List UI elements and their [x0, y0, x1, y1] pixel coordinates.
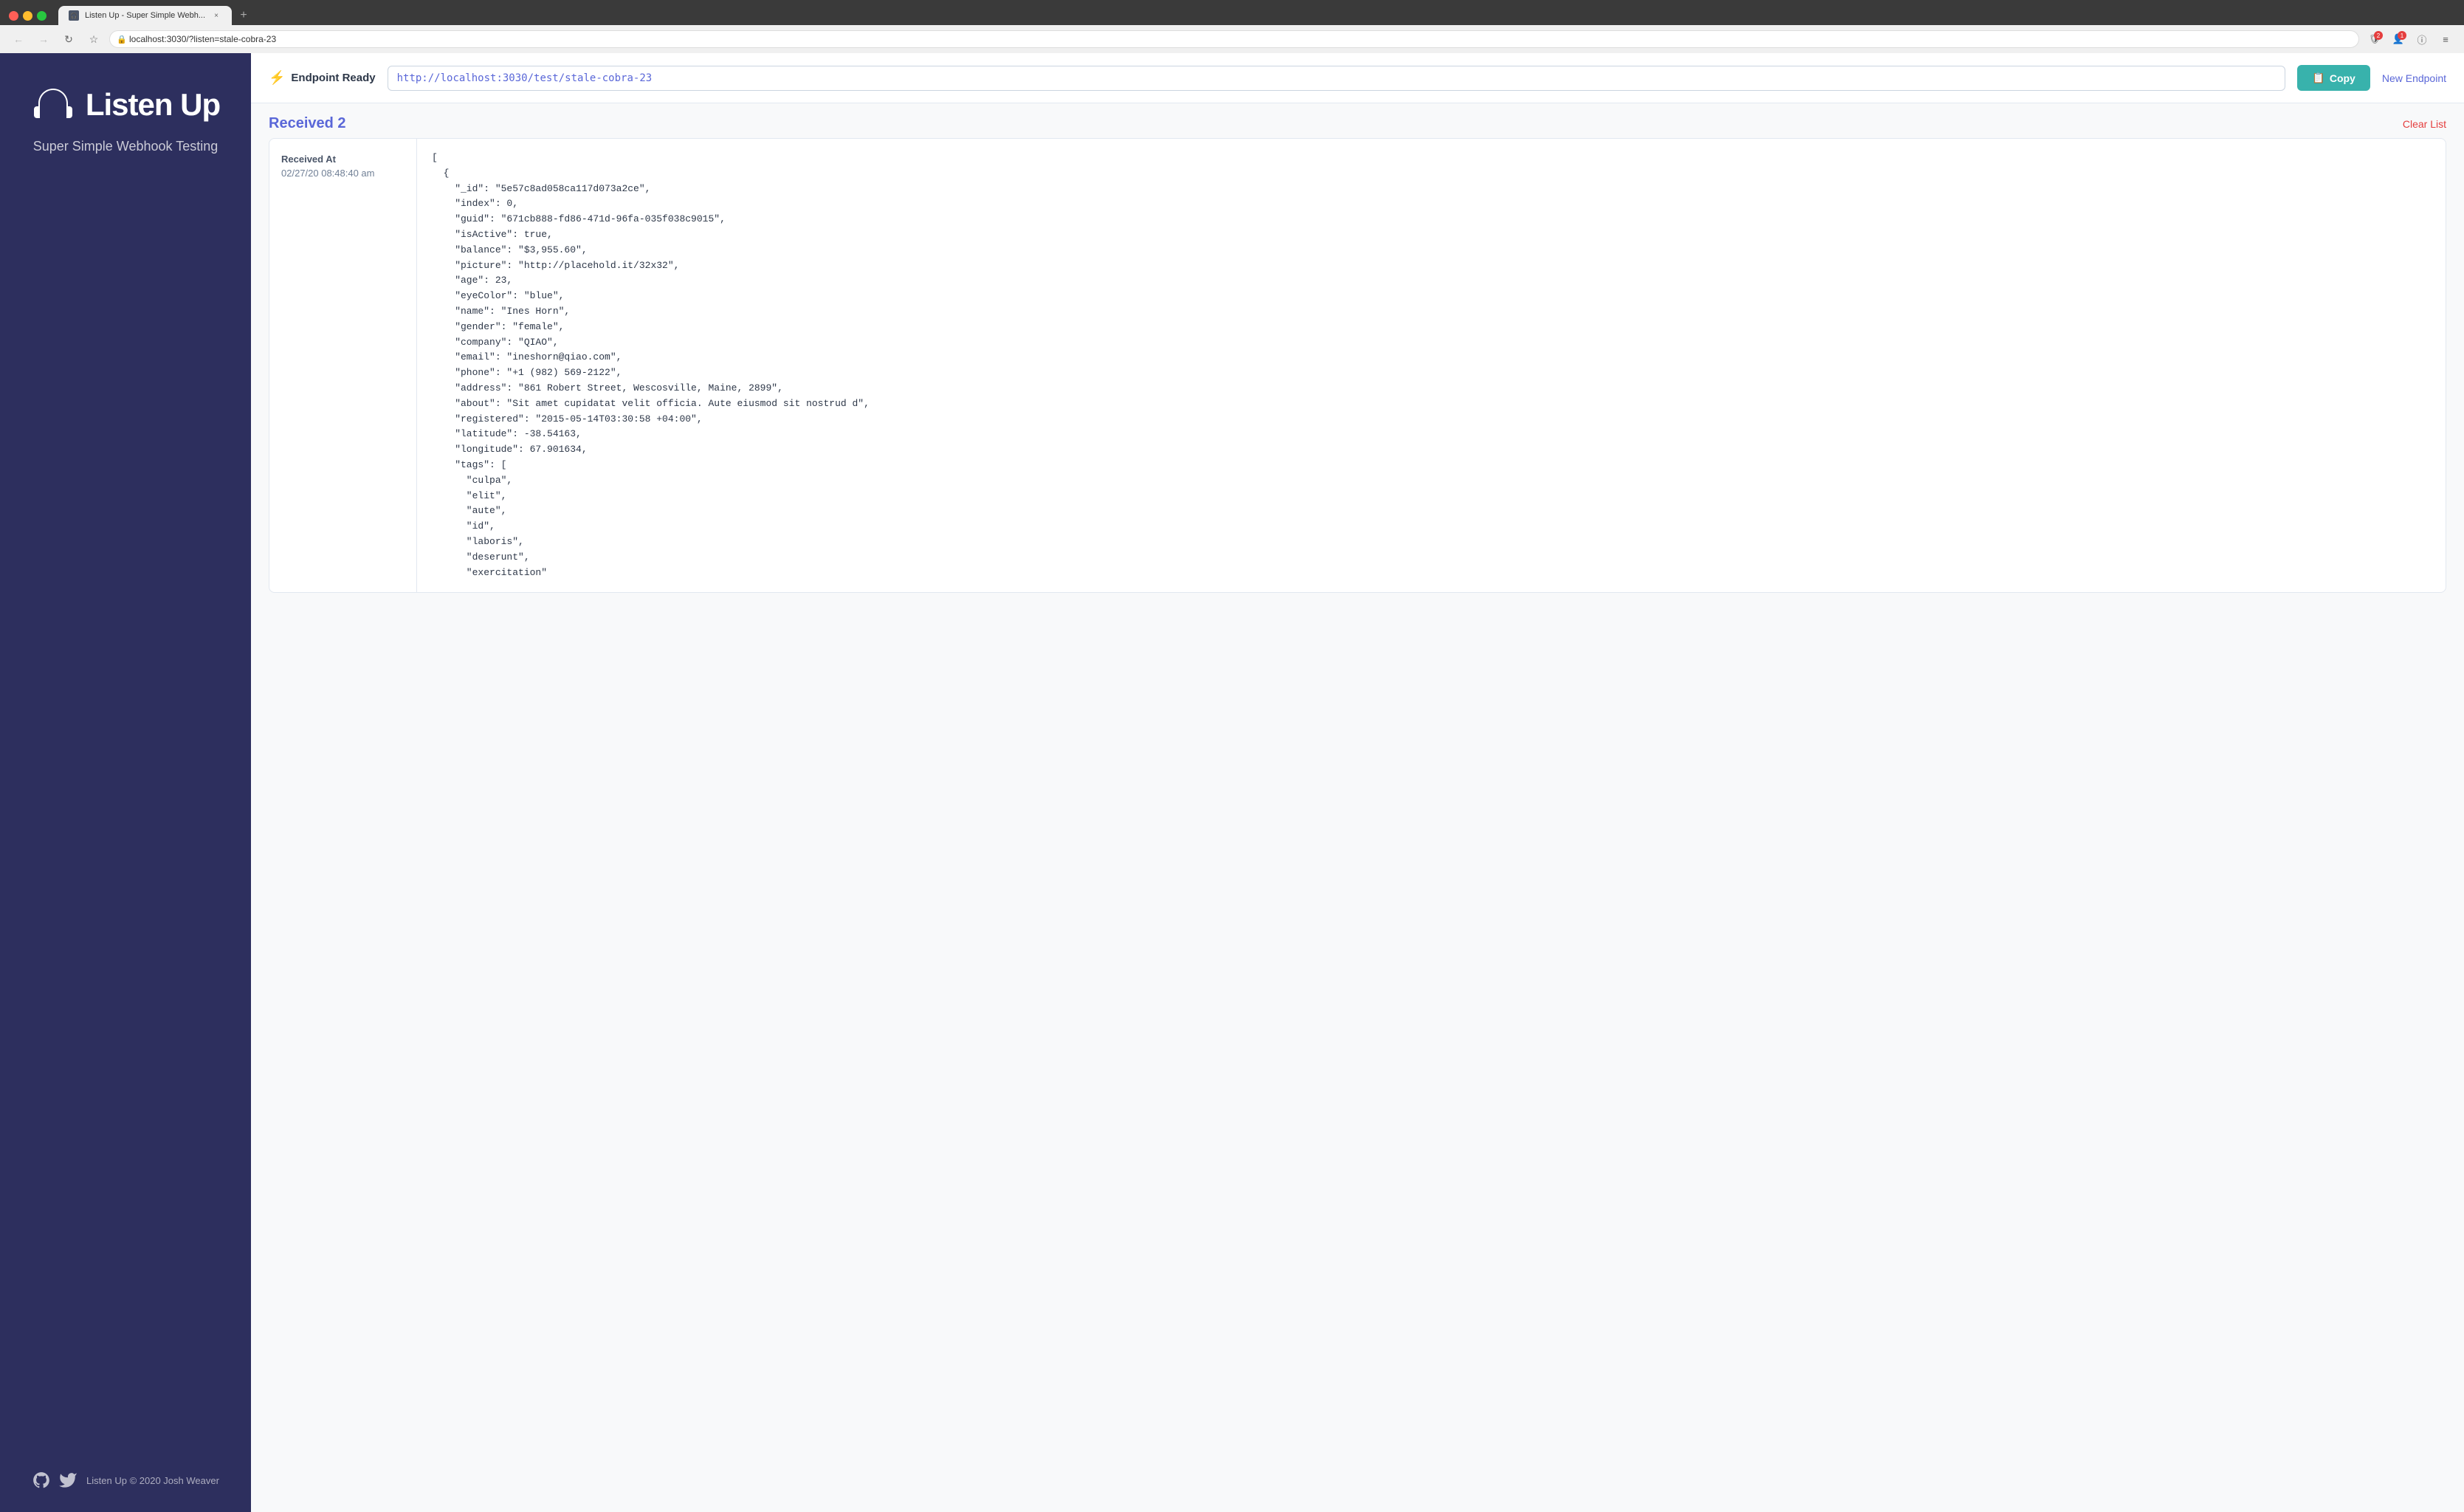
active-tab[interactable]: 🎧 Listen Up - Super Simple Webh... ×	[58, 6, 232, 25]
browser-actions: 🛡 2 👤 1 ⓘ ≡	[2365, 30, 2455, 49]
minimize-traffic-light[interactable]	[23, 11, 32, 21]
received-at-value: 02/27/20 08:48:40 am	[281, 168, 405, 179]
close-traffic-light[interactable]	[9, 11, 18, 21]
received-count: Received 2	[269, 115, 346, 132]
menu-icon[interactable]: ≡	[2436, 30, 2455, 49]
twitter-icon[interactable]	[58, 1471, 78, 1490]
lock-icon: 🔒	[117, 35, 127, 44]
forward-button[interactable]: →	[34, 30, 53, 49]
brand-name: Listen Up	[86, 87, 220, 123]
received-at-label: Received At	[281, 154, 405, 165]
tab-close-btn[interactable]: ×	[211, 10, 221, 21]
headphone-icon	[31, 83, 75, 127]
tab-title: Listen Up - Super Simple Webh...	[85, 11, 205, 20]
brand-tagline: Super Simple Webhook Testing	[33, 139, 218, 154]
json-content: [ { "_id": "5e57c8ad058ca117d073a2ce", "…	[432, 151, 2431, 580]
copy-label: Copy	[2330, 72, 2355, 84]
endpoint-status: ⚡ Endpoint Ready	[269, 70, 376, 86]
address-bar-row: ← → ↻ ☆ 🔒 localhost:3030/?listen=stale-c…	[0, 25, 2464, 53]
traffic-lights	[9, 11, 47, 21]
sidebar: Listen Up Super Simple Webhook Testing L…	[0, 53, 251, 1512]
footer-icons	[32, 1471, 78, 1490]
browser-chrome: 🎧 Listen Up - Super Simple Webh... × + ←…	[0, 0, 2464, 53]
address-input[interactable]: localhost:3030/?listen=stale-cobra-23	[109, 30, 2359, 48]
received-header: Received 2 Clear List	[251, 103, 2464, 138]
request-area: Received At 02/27/20 08:48:40 am [ { "_i…	[251, 138, 2464, 1512]
copy-icon: 📋	[2312, 72, 2324, 84]
request-card: Received At 02/27/20 08:48:40 am [ { "_i…	[269, 138, 2446, 593]
request-body: [ { "_id": "5e57c8ad058ca117d073a2ce", "…	[417, 139, 2446, 592]
sidebar-footer: Listen Up © 2020 Josh Weaver	[32, 1471, 219, 1490]
user-icon[interactable]: 👤 1	[2389, 30, 2408, 49]
info-icon[interactable]: ⓘ	[2412, 30, 2432, 49]
refresh-button[interactable]: ↻	[59, 30, 78, 49]
endpoint-url-wrap: http://localhost:3030/test/stale-cobra-2…	[388, 66, 2286, 91]
back-button[interactable]: ←	[9, 30, 28, 49]
app-layout: Listen Up Super Simple Webhook Testing L…	[0, 53, 2464, 1512]
github-icon[interactable]	[32, 1471, 51, 1490]
shield-badge: 2	[2374, 31, 2383, 40]
endpoint-header: ⚡ Endpoint Ready http://localhost:3030/t…	[251, 53, 2464, 103]
tab-favicon: 🎧	[69, 10, 79, 21]
request-meta: Received At 02/27/20 08:48:40 am	[269, 139, 417, 592]
copy-button[interactable]: 📋 Copy	[2297, 65, 2370, 91]
tab-bar: 🎧 Listen Up - Super Simple Webh... × +	[0, 0, 2464, 25]
sidebar-brand: Listen Up Super Simple Webhook Testing	[31, 83, 220, 154]
address-bar-wrap: 🔒 localhost:3030/?listen=stale-cobra-23	[109, 30, 2359, 48]
user-badge: 1	[2398, 31, 2406, 40]
footer-copyright: Listen Up © 2020 Josh Weaver	[86, 1475, 219, 1486]
main-content: ⚡ Endpoint Ready http://localhost:3030/t…	[251, 53, 2464, 1512]
brand-logo: Listen Up	[31, 83, 220, 127]
clear-list-button[interactable]: Clear List	[2403, 118, 2446, 130]
maximize-traffic-light[interactable]	[37, 11, 47, 21]
bookmark-button[interactable]: ☆	[84, 30, 103, 49]
new-tab-button[interactable]: +	[235, 7, 252, 24]
endpoint-url[interactable]: http://localhost:3030/test/stale-cobra-2…	[388, 66, 2286, 91]
shield-icon[interactable]: 🛡 2	[2365, 30, 2384, 49]
endpoint-status-label: Endpoint Ready	[291, 72, 375, 84]
new-endpoint-button[interactable]: New Endpoint	[2382, 72, 2446, 84]
